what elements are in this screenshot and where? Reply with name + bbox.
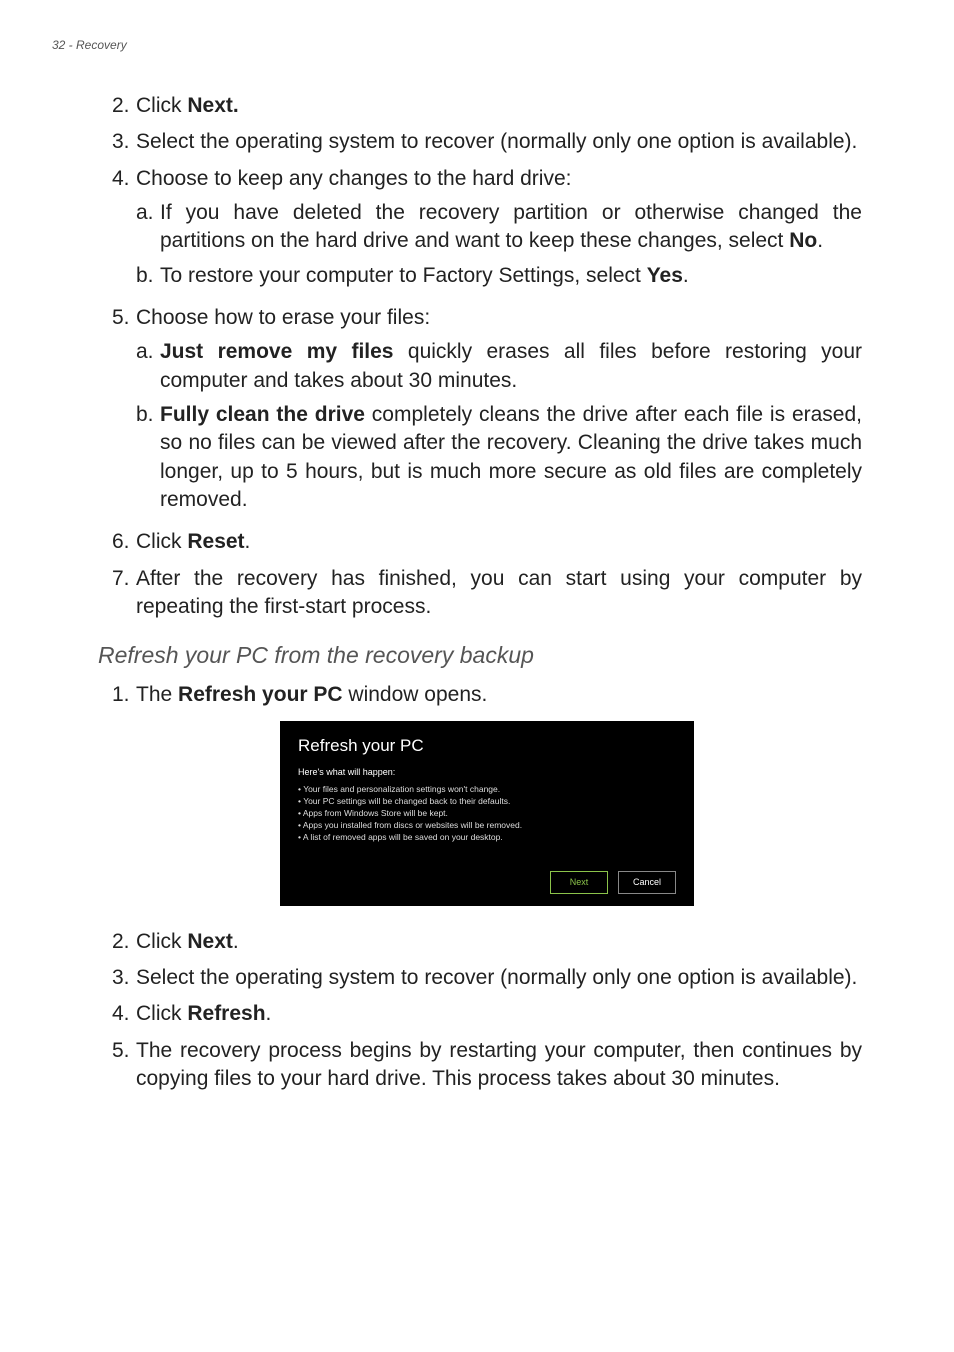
- list-item: 3.Select the operating system to recover…: [112, 964, 862, 992]
- list-item: 6.Click Reset.: [112, 528, 862, 556]
- bold-text: No: [789, 229, 817, 252]
- step-body: Select the operating system to recover (…: [136, 964, 862, 992]
- list-item: 5.The recovery process begins by restart…: [112, 1037, 862, 1094]
- dialog-bullet: Apps from Windows Store will be kept.: [298, 808, 676, 820]
- sub-letter: a.: [136, 199, 160, 256]
- bold-text: Next: [187, 930, 233, 953]
- step-number: 7.: [112, 565, 136, 622]
- bold-text: Next.: [187, 94, 238, 117]
- text: .: [266, 1002, 272, 1025]
- dialog-bullet: Apps you installed from discs or website…: [298, 820, 676, 832]
- page-content: 2.Click Next.3.Select the operating syst…: [52, 92, 902, 1093]
- text: To restore your computer to Factory Sett…: [160, 264, 647, 287]
- refresh-pc-dialog: Refresh your PC Here's what will happen:…: [280, 721, 694, 906]
- steps-list-a: 2.Click Next.3.Select the operating syst…: [112, 92, 862, 622]
- text: The: [136, 683, 178, 706]
- step-body: The recovery process begins by restartin…: [136, 1037, 862, 1094]
- step-body: Click Next.: [136, 928, 862, 956]
- text: Click: [136, 1002, 187, 1025]
- cancel-button[interactable]: Cancel: [618, 871, 676, 893]
- text: .: [245, 530, 251, 553]
- bold-text: Refresh: [187, 1002, 265, 1025]
- dialog-bullet: A list of removed apps will be saved on …: [298, 832, 676, 844]
- list-item: 5.Choose how to erase your files:a.Just …: [112, 304, 862, 520]
- list-item: 7.After the recovery has finished, you c…: [112, 565, 862, 622]
- bold-text: Yes: [647, 264, 683, 287]
- sub-body: To restore your computer to Factory Sett…: [160, 262, 862, 290]
- text: .: [233, 930, 239, 953]
- step-number: 4.: [112, 1000, 136, 1028]
- next-button[interactable]: Next: [550, 871, 608, 893]
- dialog-title: Refresh your PC: [298, 735, 676, 758]
- list-item: 1. The Refresh your PC window opens.: [112, 681, 862, 709]
- step-body: Choose to keep any changes to the hard d…: [136, 165, 862, 296]
- dialog-buttons: Next Cancel: [298, 871, 676, 893]
- sub-item: a.Just remove my files quickly erases al…: [136, 338, 862, 395]
- sub-list: a.If you have deleted the recovery parti…: [136, 199, 862, 290]
- list-item: 4.Choose to keep any changes to the hard…: [112, 165, 862, 296]
- text: .: [683, 264, 689, 287]
- steps-list-b: 1. The Refresh your PC window opens.: [112, 681, 862, 709]
- step-number: 5.: [112, 304, 136, 520]
- dialog-bullets: Your files and personalization settings …: [298, 784, 676, 843]
- step-body: Choose how to erase your files:a.Just re…: [136, 304, 862, 520]
- dialog-bullet: Your files and personalization settings …: [298, 784, 676, 796]
- step-body: The Refresh your PC window opens.: [136, 681, 862, 709]
- text: .: [817, 229, 823, 252]
- bold-text: Reset: [187, 530, 244, 553]
- text: Click: [136, 530, 187, 553]
- sub-item: b.Fully clean the drive completely clean…: [136, 401, 862, 514]
- step-body: After the recovery has finished, you can…: [136, 565, 862, 622]
- text: Click: [136, 94, 187, 117]
- step-body: Click Next.: [136, 92, 862, 120]
- sub-body: If you have deleted the recovery partiti…: [160, 199, 862, 256]
- bold-text: Fully clean the drive: [160, 403, 365, 426]
- list-item: 3.Select the operating system to recover…: [112, 128, 862, 156]
- step-number: 6.: [112, 528, 136, 556]
- bold-text: Refresh your PC: [178, 683, 343, 706]
- list-item: 4.Click Refresh.: [112, 1000, 862, 1028]
- list-item: 2.Click Next.: [112, 92, 862, 120]
- sub-letter: a.: [136, 338, 160, 395]
- step-number: 3.: [112, 128, 136, 156]
- step-body: Click Reset.: [136, 528, 862, 556]
- text: window opens.: [343, 683, 488, 706]
- sub-body: Just remove my files quickly erases all …: [160, 338, 862, 395]
- step-number: 3.: [112, 964, 136, 992]
- section-heading: Refresh your PC from the recovery backup: [98, 640, 862, 671]
- text: If you have deleted the recovery partiti…: [160, 201, 862, 252]
- step-body: Click Refresh.: [136, 1000, 862, 1028]
- step-number: 2.: [112, 928, 136, 956]
- step-number: 5.: [112, 1037, 136, 1094]
- step-number: 4.: [112, 165, 136, 296]
- text: Click: [136, 930, 187, 953]
- bold-text: Just remove my files: [160, 340, 393, 363]
- dialog-subtitle: Here's what will happen:: [298, 766, 676, 778]
- page-header: 32 - Recovery: [52, 38, 902, 52]
- list-item: 2.Click Next.: [112, 928, 862, 956]
- sub-letter: b.: [136, 262, 160, 290]
- dialog-bullet: Your PC settings will be changed back to…: [298, 796, 676, 808]
- step-number: 2.: [112, 92, 136, 120]
- sub-body: Fully clean the drive completely cleans …: [160, 401, 862, 514]
- step-body: Select the operating system to recover (…: [136, 128, 862, 156]
- sub-list: a.Just remove my files quickly erases al…: [136, 338, 862, 514]
- step-number: 1.: [112, 681, 136, 709]
- sub-letter: b.: [136, 401, 160, 514]
- steps-list-b-rest: 2.Click Next.3.Select the operating syst…: [112, 928, 862, 1094]
- sub-item: b.To restore your computer to Factory Se…: [136, 262, 862, 290]
- sub-item: a.If you have deleted the recovery parti…: [136, 199, 862, 256]
